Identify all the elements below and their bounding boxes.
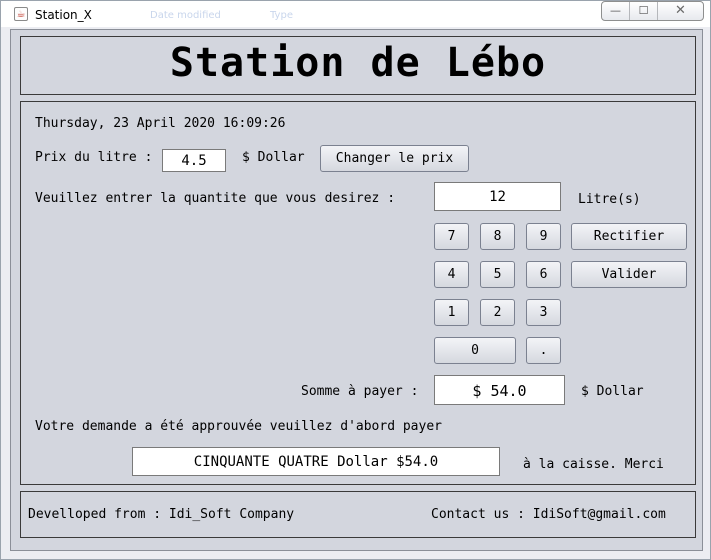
rectifier-button[interactable]: Rectifier <box>571 223 687 250</box>
valider-button[interactable]: Valider <box>571 261 687 288</box>
sum-unit-label: $ Dollar <box>581 384 644 399</box>
keypad-6-button[interactable]: 6 <box>526 261 561 288</box>
keypad-5-button[interactable]: 5 <box>480 261 515 288</box>
background-column-header-type: Type <box>270 10 293 21</box>
window-controls: — ☐ ✕ <box>601 1 704 21</box>
java-app-icon: ☕ <box>14 7 28 21</box>
keypad-dot-button[interactable]: . <box>526 337 561 364</box>
developer-credit: Develloped from : Idi_Soft Company <box>28 507 295 522</box>
cashier-message: à la caisse. Merci <box>523 457 664 472</box>
keypad-8-button[interactable]: 8 <box>480 223 515 250</box>
sum-field: $ 54.0 <box>434 375 565 405</box>
price-label: Prix du litre : <box>35 150 153 165</box>
keypad-9-button[interactable]: 9 <box>526 223 561 250</box>
change-price-button[interactable]: Changer le prix <box>320 145 469 172</box>
minimize-icon[interactable]: — <box>602 2 630 20</box>
price-unit-label: $ Dollar <box>242 150 305 165</box>
quantity-field[interactable]: 12 <box>434 182 561 211</box>
keypad-2-button[interactable]: 2 <box>480 299 515 326</box>
quantity-label: Veuillez entrer la quantite que vous des… <box>35 191 396 206</box>
keypad-7-button[interactable]: 7 <box>434 223 469 250</box>
keypad-0-button[interactable]: 0 <box>434 337 516 364</box>
amount-in-words-field: CINQUANTE QUATRE Dollar $54.0 <box>132 447 500 476</box>
background-column-header-date: Date modified <box>150 10 221 21</box>
keypad-4-button[interactable]: 4 <box>434 261 469 288</box>
price-field[interactable]: 4.5 <box>162 149 226 172</box>
close-icon[interactable]: ✕ <box>658 2 703 20</box>
station-title: Station de Lébo <box>169 40 547 86</box>
keypad-3-button[interactable]: 3 <box>526 299 561 326</box>
contact-info: Contact us : IdiSoft@gmail.com <box>431 507 666 522</box>
maximize-icon[interactable]: ☐ <box>630 2 658 20</box>
quantity-unit-label: Litre(s) <box>578 192 641 207</box>
window-title: Station_X <box>35 8 92 22</box>
keypad-1-button[interactable]: 1 <box>434 299 469 326</box>
date-time-label: Thursday, 23 April 2020 16:09:26 <box>35 116 286 131</box>
sum-label: Somme à payer : <box>301 384 419 399</box>
approval-message: Votre demande a été approuvée veuillez d… <box>35 419 442 434</box>
